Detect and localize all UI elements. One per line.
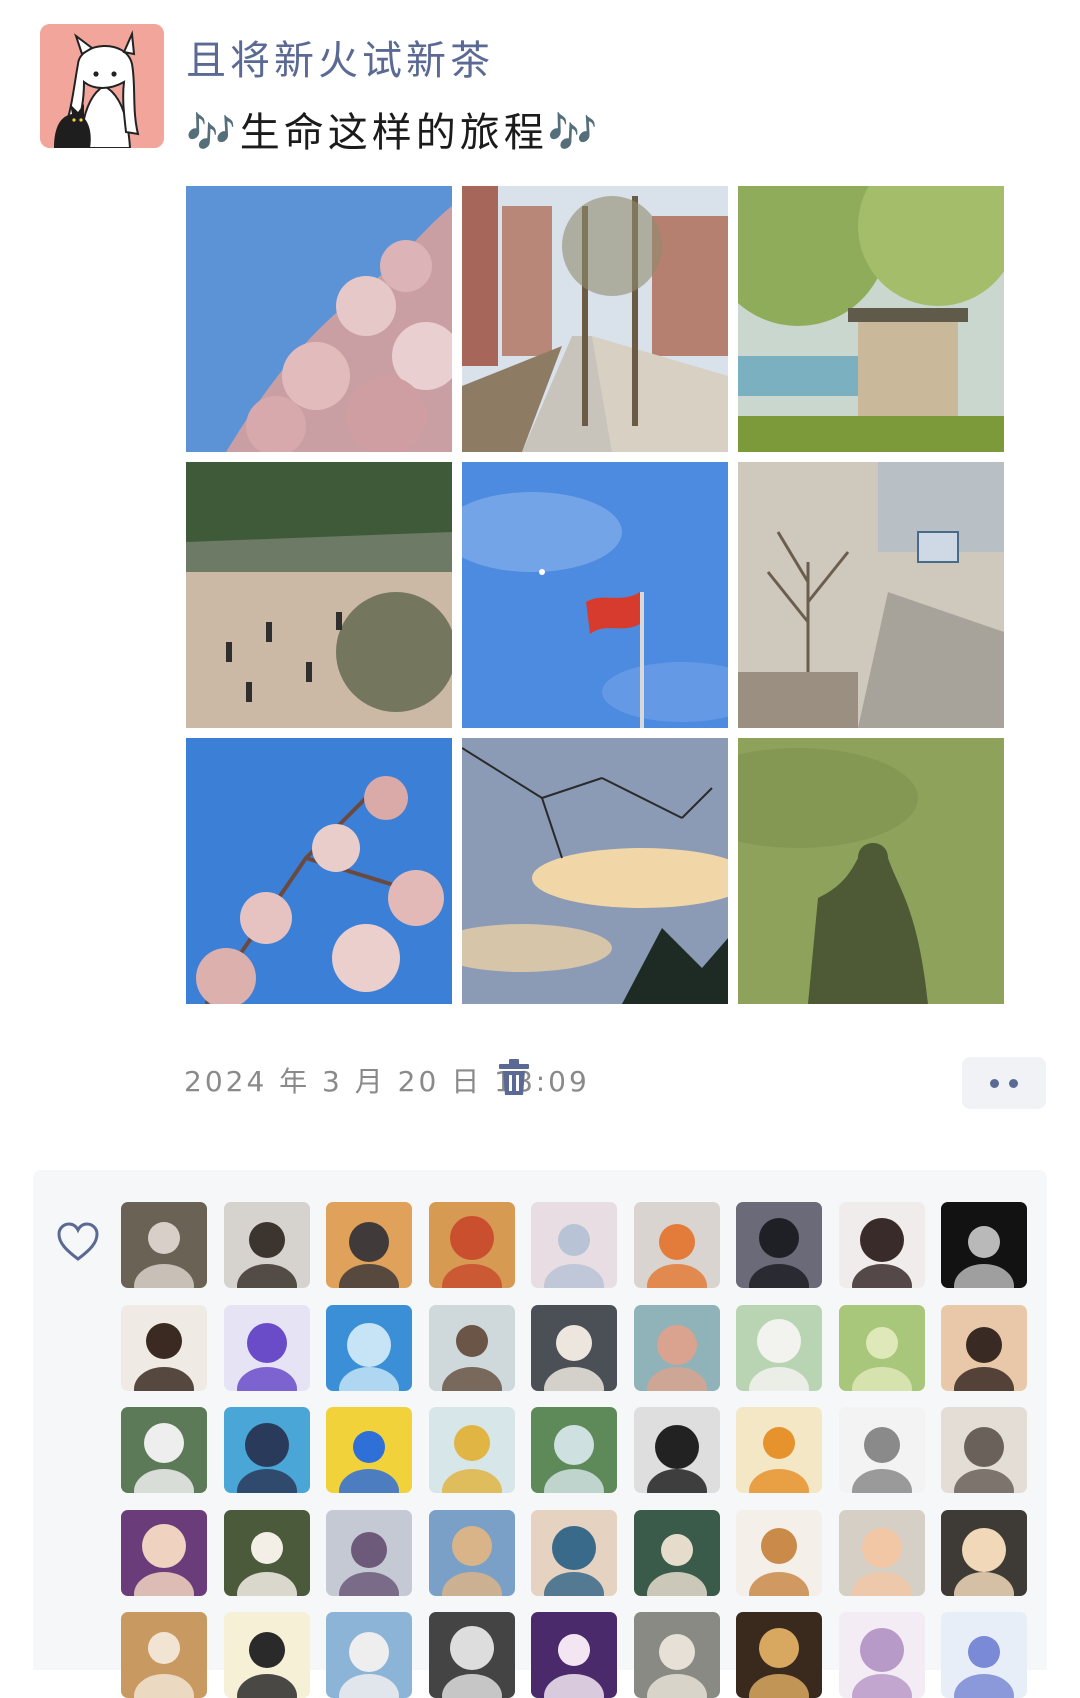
photo-magnolia-blue-sky[interactable] (186, 186, 452, 452)
photo-campus-path[interactable] (462, 186, 728, 452)
panda-sunset-avatar[interactable] (326, 1202, 412, 1288)
trash-icon[interactable] (497, 1058, 531, 1096)
golden-puppy-avatar[interactable] (736, 1612, 822, 1698)
purple-anime-eyes-avatar[interactable] (531, 1612, 617, 1698)
ink-painting-figure-avatar[interactable] (736, 1304, 822, 1391)
heart-outline-icon (56, 1222, 100, 1262)
photo-shadow-on-grass[interactable] (738, 738, 1004, 1004)
laughing-child-avatar[interactable] (941, 1509, 1027, 1596)
person-with-headphones-avatar[interactable] (633, 1509, 720, 1596)
blue-graph-avatar[interactable] (326, 1304, 412, 1391)
dancing-figures-avatar[interactable] (633, 1304, 720, 1391)
puppy-face-avatar[interactable] (121, 1304, 207, 1391)
more-dots-icon (990, 1078, 999, 1088)
more-dots-icon (1009, 1078, 1018, 1088)
photo-branches-evening-sky[interactable] (462, 738, 728, 1004)
white-cat-avatar[interactable] (531, 1304, 617, 1391)
person-with-helmet-avatar[interactable] (121, 1202, 207, 1288)
liker-avatar-grid (121, 1202, 1027, 1698)
boy-in-clouds-avatar[interactable] (531, 1509, 617, 1596)
cat-in-bag-avatar[interactable] (633, 1612, 720, 1698)
anime-girl-with-black-cat-avatar-icon (40, 24, 164, 148)
photo-red-flag[interactable] (462, 462, 728, 728)
gray-cat-avatar[interactable] (838, 1509, 925, 1596)
long-dark-hair-avatar[interactable] (736, 1202, 822, 1288)
photo-bare-trees-road[interactable] (738, 462, 1004, 728)
round-doodle-face-avatar[interactable] (223, 1612, 310, 1698)
armored-warrior-avatar[interactable] (326, 1509, 412, 1596)
child-with-panda-ears-avatar[interactable] (633, 1202, 720, 1288)
post-caption: 🎶生命这样的旅程🎶 (186, 110, 602, 156)
photo-magnolia-branches[interactable] (186, 738, 452, 1004)
scream-painting-cat-avatar[interactable] (428, 1202, 515, 1288)
bird-figure-avatar[interactable] (428, 1407, 515, 1493)
cartoon-boy-glasses-avatar[interactable] (941, 1304, 1027, 1391)
whale-in-sky-avatar[interactable] (531, 1202, 617, 1288)
blue-anime-character-avatar[interactable] (941, 1612, 1027, 1698)
girl-portrait-avatar[interactable] (838, 1202, 925, 1288)
corgi-puppy-avatar[interactable] (736, 1509, 822, 1596)
anime-girl-ocean-avatar[interactable] (223, 1407, 310, 1493)
lying-cat-avatar[interactable] (941, 1407, 1027, 1493)
exam-anime-sticker-avatar[interactable] (223, 1304, 310, 1391)
fluffy-puppy-avatar[interactable] (223, 1509, 310, 1596)
anime-white-hair-avatar[interactable] (838, 1612, 925, 1698)
smiling-woman-avatar[interactable] (223, 1202, 310, 1288)
photo-campus-plaza[interactable] (186, 462, 452, 728)
lake-and-trees-avatar[interactable] (531, 1407, 617, 1493)
girl-at-sea-avatar[interactable] (428, 1304, 515, 1391)
child-in-hat-avatar[interactable] (326, 1612, 412, 1698)
author-avatar[interactable] (40, 24, 164, 148)
crowned-anime-character-avatar[interactable] (428, 1509, 515, 1596)
cat-meme-avatar[interactable] (838, 1407, 925, 1493)
planet-in-space-avatar[interactable] (941, 1202, 1027, 1288)
winnie-and-tigger-avatar[interactable] (736, 1407, 822, 1493)
photo-grid (186, 186, 1004, 1004)
black-and-white-sketch-avatar[interactable] (428, 1612, 515, 1698)
orange-cat-avatar[interactable] (121, 1612, 207, 1698)
photo-pine-and-hut[interactable] (738, 186, 1004, 452)
white-dog-outdoors-avatar[interactable] (121, 1407, 207, 1493)
pikachu-avatar[interactable] (326, 1407, 412, 1493)
forest-light-avatar[interactable] (838, 1304, 925, 1391)
cartoon-glasses-person-avatar[interactable] (121, 1509, 207, 1596)
author-name[interactable]: 且将新火试新茶 (186, 28, 494, 86)
more-options-button[interactable] (962, 1057, 1046, 1109)
dark-hair-silhouette-avatar[interactable] (633, 1407, 720, 1493)
